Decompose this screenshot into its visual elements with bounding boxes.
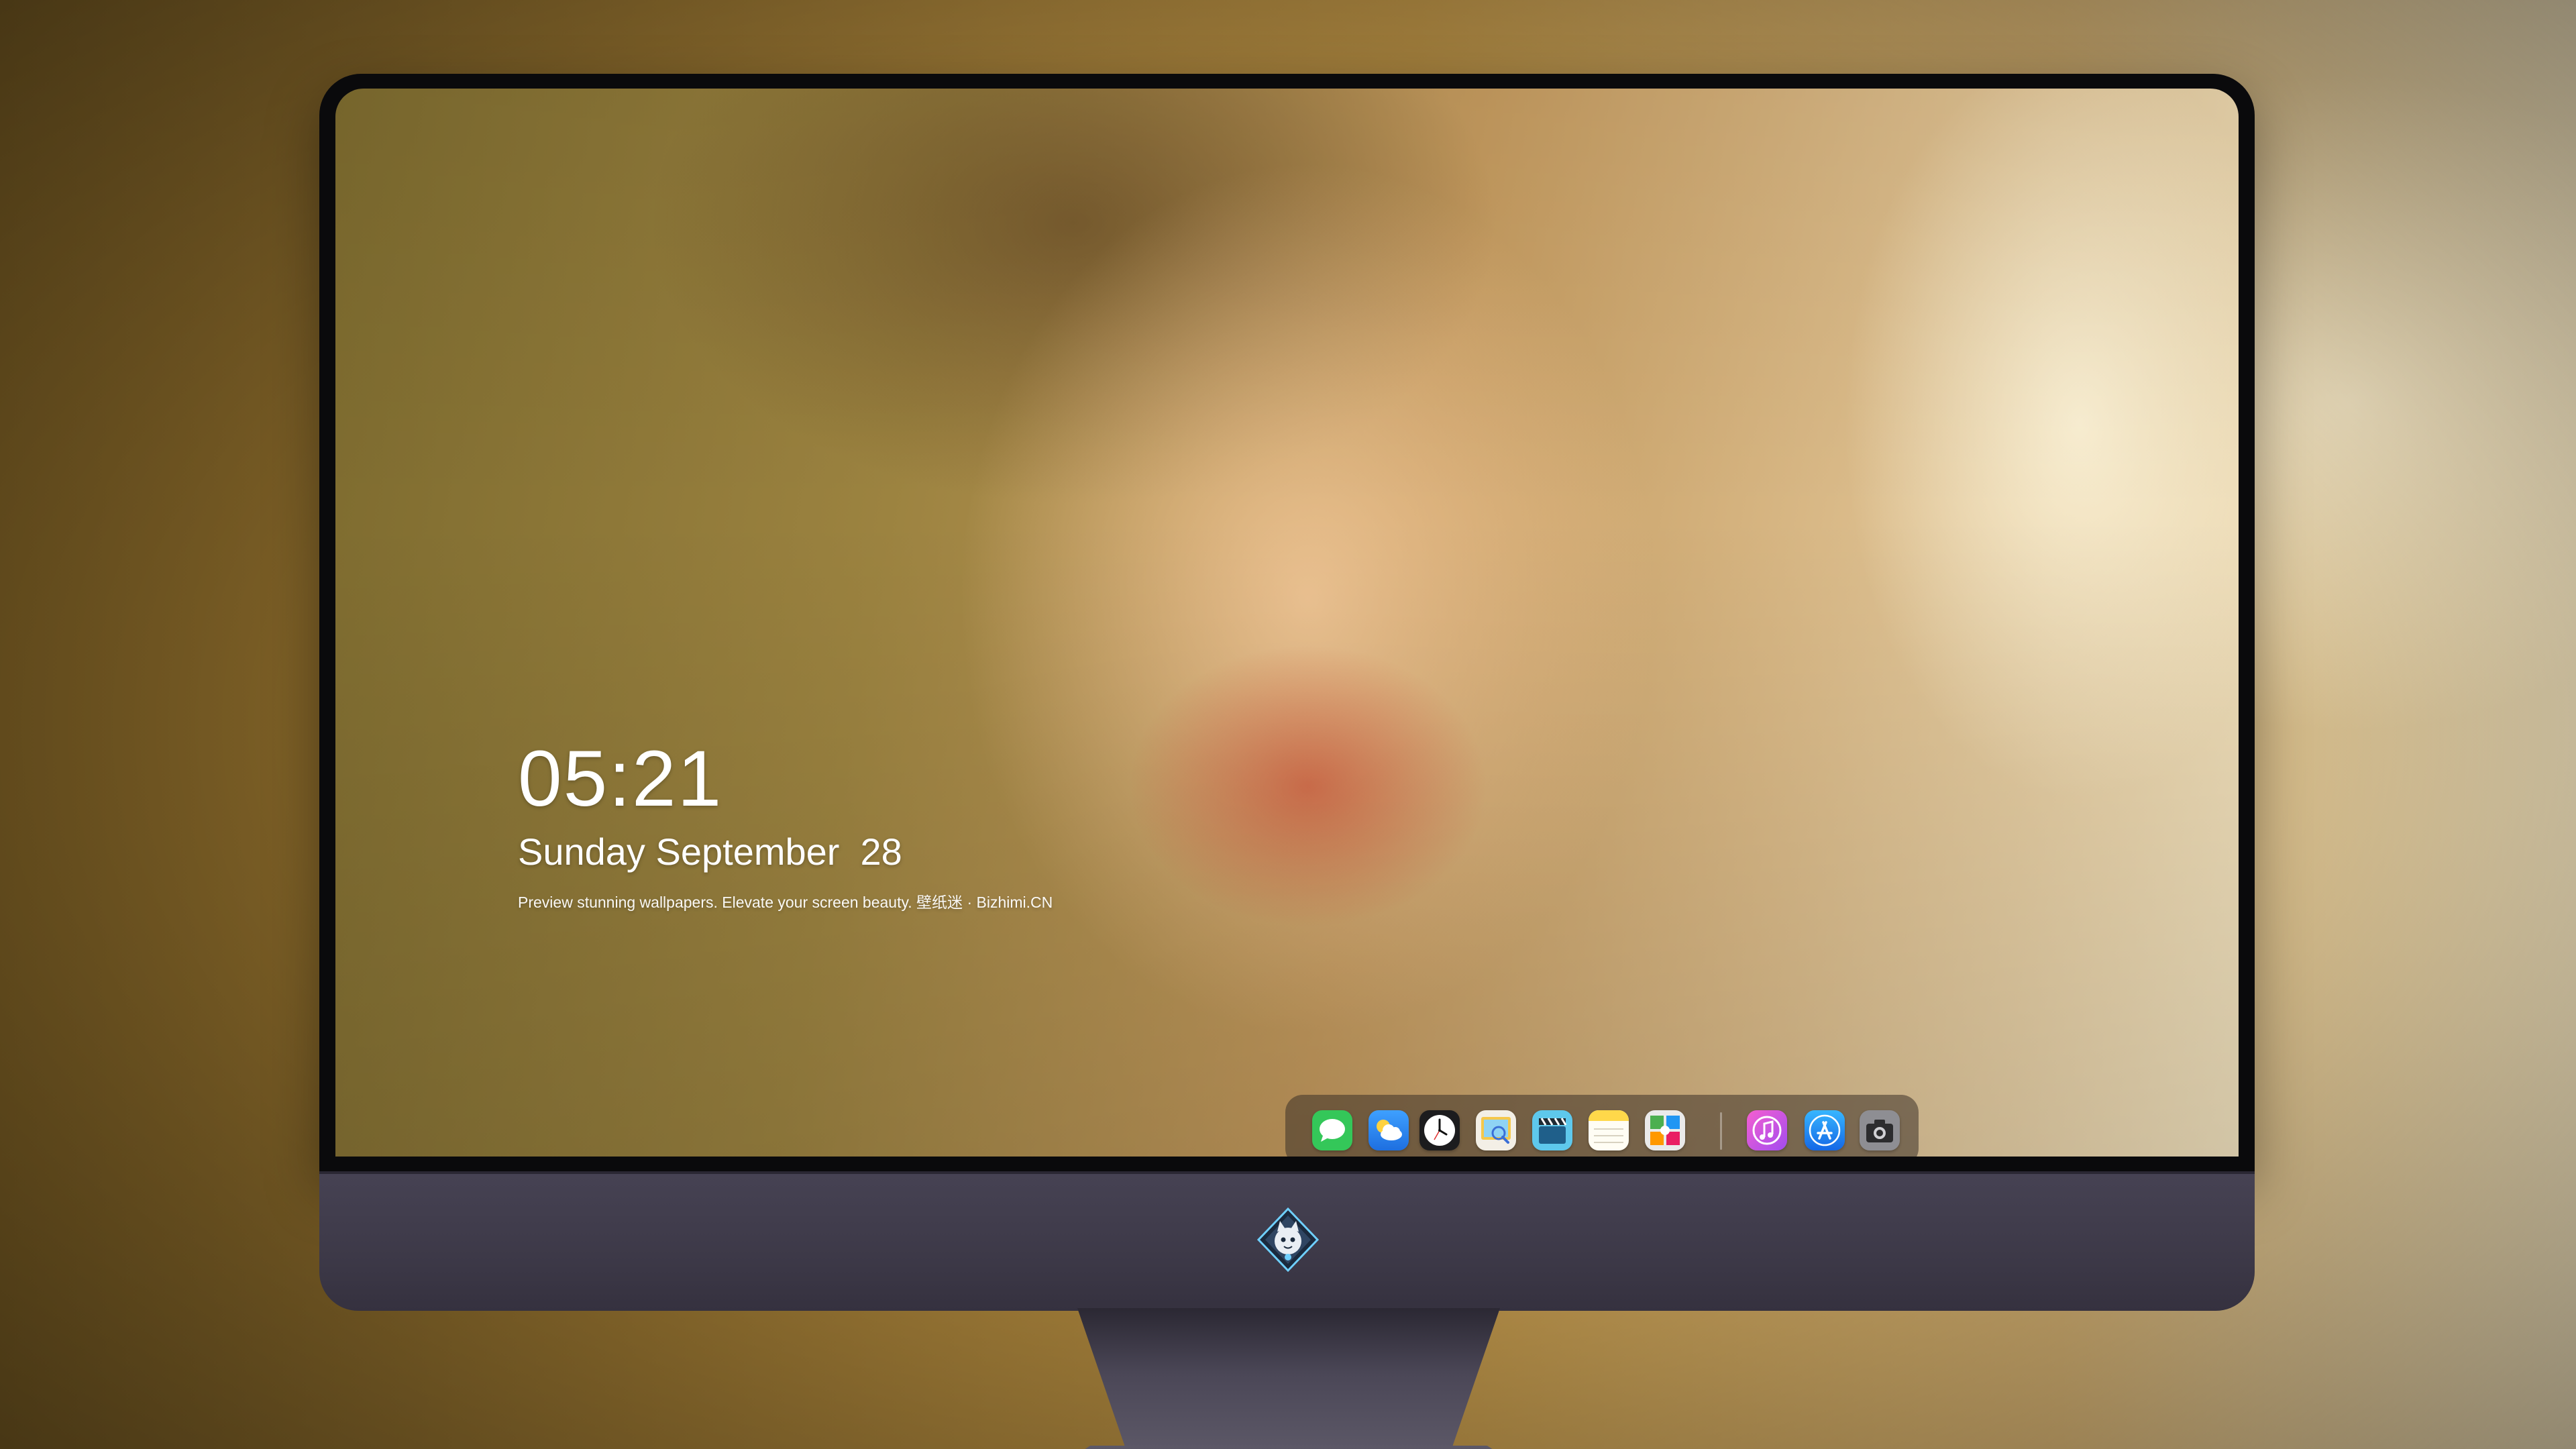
monitor-stand-neck	[1077, 1308, 1500, 1449]
blurred-background: 05:21 Sunday September 28 Preview stunni…	[0, 0, 2576, 1449]
photo-booth-icon[interactable]	[1645, 1110, 1685, 1150]
monitor-stand-base	[997, 1446, 1580, 1449]
preview-icon[interactable]	[1476, 1110, 1516, 1150]
lock-screen-info: 05:21 Sunday September 28 Preview stunni…	[518, 739, 1053, 910]
imac-monitor: 05:21 Sunday September 28 Preview stunni…	[319, 74, 2255, 1449]
clock-time: 05:21	[518, 735, 723, 823]
clapperboard-icon[interactable]	[1532, 1110, 1572, 1150]
weather-icon[interactable]	[1368, 1110, 1409, 1150]
notes-icon[interactable]	[1589, 1110, 1629, 1150]
desktop-wallpaper: 05:21 Sunday September 28 Preview stunni…	[335, 89, 2239, 1157]
music-icon[interactable]	[1747, 1110, 1787, 1150]
bizhimi-mascot-logo	[1254, 1206, 1322, 1273]
screen-bezel: 05:21 Sunday September 28 Preview stunni…	[319, 74, 2255, 1171]
camera-icon[interactable]	[1860, 1110, 1900, 1150]
app-store-icon[interactable]	[1805, 1110, 1845, 1150]
clock-icon[interactable]	[1419, 1110, 1460, 1150]
wallpaper-tagline: Preview stunning wallpapers. Elevate you…	[518, 894, 1053, 911]
dock-separator	[1720, 1112, 1722, 1150]
clock-date: Sunday September 28	[518, 830, 902, 873]
messages-icon[interactable]	[1312, 1110, 1352, 1150]
dock	[1285, 1095, 1919, 1157]
